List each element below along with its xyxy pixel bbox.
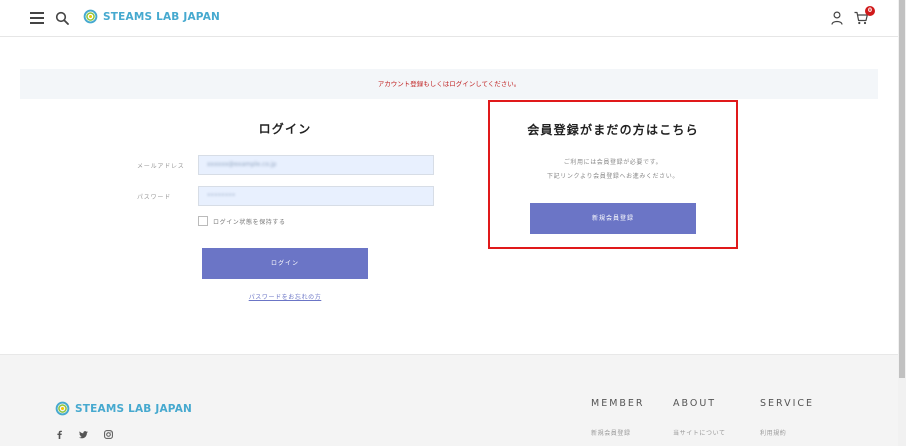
register-desc-line2: 下記リンクより会員登録へお進みください。 xyxy=(547,173,679,180)
register-button[interactable]: 新規会員登録 xyxy=(530,203,696,234)
footer-heading-about: ABOUT xyxy=(673,398,717,409)
footer-link-terms[interactable]: 利用規約 xyxy=(760,428,786,437)
login-button[interactable]: ログイン xyxy=(202,248,368,279)
menu-icon[interactable] xyxy=(30,12,44,24)
facebook-icon[interactable] xyxy=(55,430,64,439)
logo-icon xyxy=(83,9,98,24)
footer-brand-name: STEAMS LAB JAPAN xyxy=(75,402,193,415)
password-value: •••••••• xyxy=(207,192,236,199)
password-label: パスワード xyxy=(137,194,172,201)
email-label: メールアドレス xyxy=(137,163,185,170)
footer-link-about-site[interactable]: 当サイトについて xyxy=(673,428,726,437)
logo-icon xyxy=(55,401,70,416)
register-title: 会員登録がまだの方はこちら xyxy=(527,123,699,137)
site-logo[interactable]: STEAMS LAB JAPAN xyxy=(83,9,220,24)
twitter-icon[interactable] xyxy=(79,430,88,439)
footer-heading-member: MEMBER xyxy=(591,398,645,409)
email-field[interactable]: xxxxxx@example.co.jp xyxy=(198,155,434,175)
password-field[interactable]: •••••••• xyxy=(198,186,434,206)
user-icon[interactable] xyxy=(831,11,843,25)
footer-logo[interactable]: STEAMS LAB JAPAN xyxy=(55,401,192,416)
cart-count-badge: 0 xyxy=(865,6,875,16)
page-scrollbar[interactable] xyxy=(898,0,906,446)
search-icon[interactable] xyxy=(55,11,69,25)
email-value: xxxxxx@example.co.jp xyxy=(207,161,277,168)
site-header: STEAMS LAB JAPAN 0 xyxy=(0,0,898,37)
scrollbar-thumb[interactable] xyxy=(899,0,905,378)
site-footer: STEAMS LAB JAPAN MEMBER ABOUT SERVICE 新規… xyxy=(0,354,898,446)
checkbox-box[interactable] xyxy=(198,216,208,226)
footer-heading-service: SERVICE xyxy=(760,398,815,409)
instagram-icon[interactable] xyxy=(104,430,113,439)
forgot-password-link[interactable]: パスワードをお忘れの方 xyxy=(200,292,370,301)
footer-link-register[interactable]: 新規会員登録 xyxy=(591,428,631,437)
remember-login-checkbox[interactable]: ログイン状態を保持する xyxy=(198,216,286,226)
register-desc-line1: ご利用には会員登録が必要です。 xyxy=(563,159,663,166)
login-notice: アカウント登録もしくはログインしてください。 xyxy=(20,69,878,99)
login-title: ログイン xyxy=(258,122,312,136)
brand-name: STEAMS LAB JAPAN xyxy=(103,10,221,23)
remember-login-label: ログイン状態を保持する xyxy=(213,218,286,226)
